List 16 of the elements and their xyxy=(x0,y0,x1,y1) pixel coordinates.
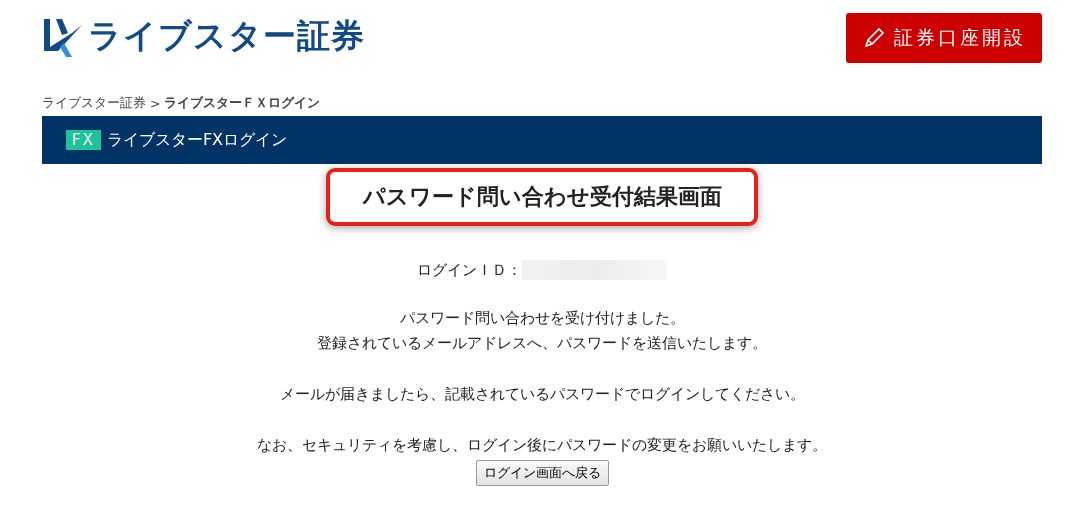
back-to-login-button[interactable]: ログイン画面へ戻る xyxy=(475,460,609,486)
open-account-button[interactable]: 証券口座開設 xyxy=(846,13,1042,63)
fx-badge: FX xyxy=(66,130,101,150)
message-line: なお、セキュリティを考慮し、ログイン後にパスワードの変更をお願いいたします。 xyxy=(257,436,827,455)
pencil-icon xyxy=(862,26,886,50)
page-heading: パスワード問い合わせ受付結果画面 xyxy=(326,168,758,226)
message-line: パスワード問い合わせを受け付けました。 xyxy=(398,309,686,328)
breadcrumb-separator: > xyxy=(150,95,161,111)
logo-icon xyxy=(42,16,84,57)
breadcrumb-item: ライブスターＦＸログイン xyxy=(164,94,321,112)
login-id-label: ログインＩＤ： xyxy=(417,260,522,280)
breadcrumb-item[interactable]: ライブスター証券 xyxy=(42,94,146,112)
section-title: ライブスターFXログイン xyxy=(106,129,288,151)
message-line: 登録されているメールアドレスへ、パスワードを送信いたします。 xyxy=(317,334,767,353)
message-line: メールが届きましたら、記載されているパスワードでログインしてください。 xyxy=(279,385,805,404)
logo-text: ライブスター証券 xyxy=(88,15,365,57)
